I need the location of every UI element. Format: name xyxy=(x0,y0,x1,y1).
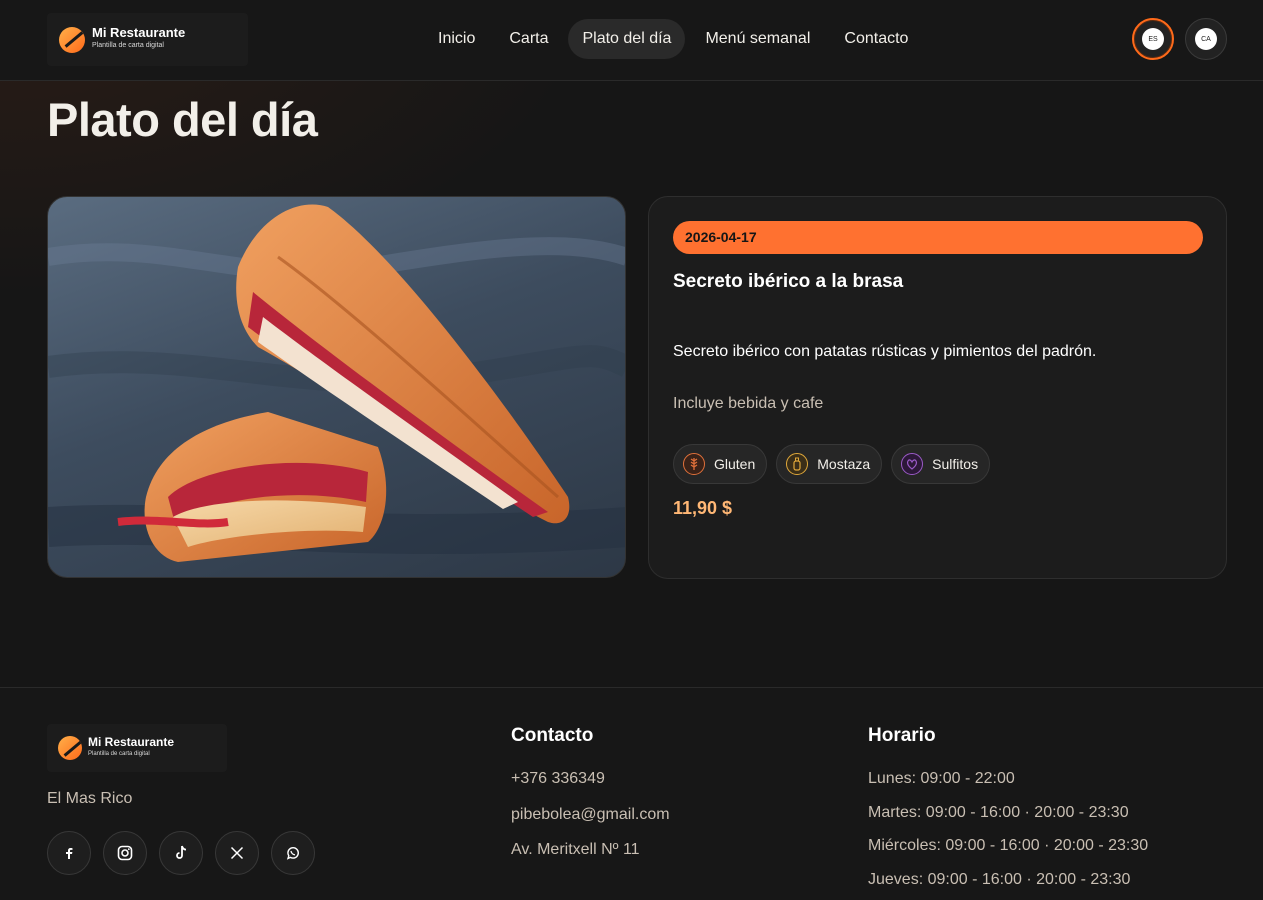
nav-item-contacto[interactable]: Contacto xyxy=(830,19,922,59)
allergen-list: Gluten Mostaza Sulfitos xyxy=(673,444,991,484)
site-footer: Mi Restaurante Plantilla de carta digita… xyxy=(0,687,1263,900)
x-icon[interactable] xyxy=(215,831,259,875)
hours-line: Lunes: 09:00 - 22:00 xyxy=(868,770,1015,787)
dish-price: 11,90 $ xyxy=(673,498,733,518)
site-header: Mi Restaurante Plantilla de carta digita… xyxy=(0,0,1263,81)
brand-name: Mi Restaurante xyxy=(88,735,175,749)
facebook-icon[interactable] xyxy=(47,831,91,875)
nav-item-inicio[interactable]: Inicio xyxy=(424,19,489,59)
allergen-gluten: Gluten xyxy=(673,444,768,484)
nav-item-carta[interactable]: Carta xyxy=(495,19,562,59)
dish-photo xyxy=(47,196,626,578)
nav-item-menu-semanal[interactable]: Menú semanal xyxy=(691,19,824,59)
brand-logo[interactable]: Mi Restaurante Plantilla de carta digita… xyxy=(47,13,248,66)
allergen-label: Gluten xyxy=(714,456,756,472)
brand-name: Mi Restaurante xyxy=(92,25,186,40)
contact-title: Contacto xyxy=(511,725,594,746)
footer-tagline: El Mas Rico xyxy=(47,790,133,807)
logo-icon xyxy=(59,27,85,53)
date-badge: 2026-04-17 xyxy=(673,221,1203,254)
contact-phone[interactable]: +376 336349 xyxy=(511,770,605,788)
dish-name: Secreto ibérico a la brasa xyxy=(673,271,904,292)
footer-brand-logo[interactable]: Mi Restaurante Plantilla de carta digita… xyxy=(47,724,227,772)
tiktok-icon[interactable] xyxy=(159,831,203,875)
allergen-sulfitos: Sulfitos xyxy=(891,444,991,484)
allergen-label: Mostaza xyxy=(817,456,871,472)
mustard-icon xyxy=(786,453,809,475)
instagram-icon[interactable] xyxy=(103,831,147,875)
hours-line: Jueves: 09:00 - 16:00 · 20:00 - 23:30 xyxy=(868,871,1131,888)
page-title: Plato del día xyxy=(47,93,318,146)
nav-item-plato-del-dia[interactable]: Plato del día xyxy=(568,19,686,59)
hours-line: Martes: 09:00 - 16:00 · 20:00 - 23:30 xyxy=(868,804,1129,821)
brand-tagline: Plantilla de carta digital xyxy=(92,42,164,49)
contact-address: Av. Meritxell Nº 11 xyxy=(511,841,640,858)
social-links xyxy=(47,831,315,875)
dish-note: Incluye bebida y cafe xyxy=(673,395,824,412)
logo-icon xyxy=(58,736,82,760)
language-es-label: ES xyxy=(1142,28,1164,50)
sandwich-illustration xyxy=(48,204,625,562)
dish-description: Secreto ibérico con patatas rústicas y p… xyxy=(673,343,1097,360)
hours-line: Miércoles: 09:00 - 16:00 · 20:00 - 23:30 xyxy=(868,837,1149,854)
wheat-icon xyxy=(683,453,705,475)
language-es-button[interactable]: ES xyxy=(1132,18,1174,60)
wine-icon xyxy=(901,453,924,475)
brand-tagline: Plantilla de carta digital xyxy=(88,751,150,757)
language-ca-label: CA xyxy=(1195,28,1217,50)
language-ca-button[interactable]: CA xyxy=(1185,18,1227,60)
contact-email[interactable]: pibebolea@gmail.com xyxy=(511,806,670,824)
main-nav: Inicio Carta Plato del día Menú semanal … xyxy=(424,19,922,59)
allergen-mostaza: Mostaza xyxy=(776,444,883,484)
allergen-label: Sulfitos xyxy=(932,456,979,472)
dish-card: 2026-04-17 Secreto ibérico a la brasa Se… xyxy=(648,196,1227,579)
whatsapp-icon[interactable] xyxy=(271,831,315,875)
hours-title: Horario xyxy=(868,725,936,746)
